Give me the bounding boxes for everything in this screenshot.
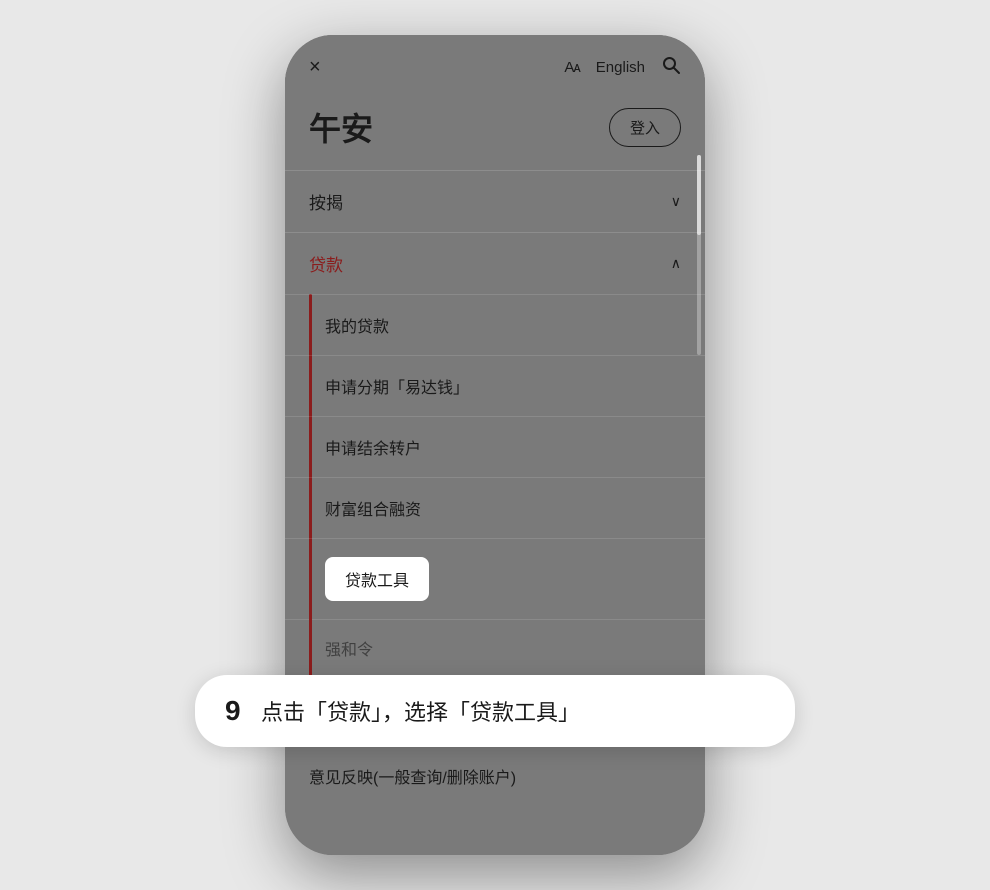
submenu-installment[interactable]: 申请分期「易达钱」 xyxy=(285,355,705,416)
menu-content: 按揭 ∨ 贷款 ∧ 我的贷款 申请分期「易达钱」 xyxy=(285,170,705,676)
menu-item-mortgage[interactable]: 按揭 ∨ xyxy=(285,170,705,232)
loan-tools-button[interactable]: 贷款工具 xyxy=(325,557,429,601)
menu-item-mortgage-label: 按揭 xyxy=(309,189,343,214)
top-bar: × Aᴀ English xyxy=(285,35,705,96)
loan-submenu: 我的贷款 申请分期「易达钱」 申请结余转户 财富组合融资 贷款工具 xyxy=(285,294,705,676)
chevron-down-icon: ∨ xyxy=(671,193,681,210)
menu-item-loan-label: 贷款 xyxy=(309,251,343,276)
instruction-text: 点击「贷款」，选择「贷款工具」 xyxy=(261,695,580,727)
partial-item: 强和令 xyxy=(285,619,705,676)
close-button[interactable]: × xyxy=(309,56,321,79)
submenu-my-loan-label: 我的贷款 xyxy=(325,313,389,337)
chevron-up-icon: ∧ xyxy=(671,255,681,272)
font-size-button[interactable]: Aᴀ xyxy=(564,59,579,76)
login-button[interactable]: 登入 xyxy=(609,108,681,147)
submenu-wealth-combo[interactable]: 财富组合融资 xyxy=(285,477,705,538)
language-button[interactable]: English xyxy=(596,59,645,76)
top-bar-right: Aᴀ English xyxy=(564,55,681,80)
submenu-balance-transfer-label: 申请结余转户 xyxy=(325,435,421,459)
submenu-loan-tools[interactable]: 贷款工具 xyxy=(285,538,705,619)
partial-label: 强和令 xyxy=(325,642,373,659)
loan-tools-label: 贷款工具 xyxy=(345,573,409,590)
feedback-item[interactable]: 意见反映(一般查询/删除账户) xyxy=(285,745,705,806)
scrollbar[interactable] xyxy=(697,155,701,355)
instruction-bubble: 9 点击「贷款」，选择「贷款工具」 xyxy=(195,675,795,747)
submenu-my-loan[interactable]: 我的贷款 xyxy=(285,294,705,355)
step-number: 9 xyxy=(225,695,249,727)
scrollbar-thumb xyxy=(697,155,701,235)
feedback-label: 意见反映(一般查询/删除账户) xyxy=(309,770,516,787)
phone-wrapper: × Aᴀ English 午安 登入 xyxy=(285,35,705,855)
menu-item-loan[interactable]: 贷款 ∧ xyxy=(285,232,705,294)
header-section: 午安 登入 xyxy=(285,96,705,170)
submenu-wealth-combo-label: 财富组合融资 xyxy=(325,496,421,520)
submenu-balance-transfer[interactable]: 申请结余转户 xyxy=(285,416,705,477)
submenu-installment-label: 申请分期「易达钱」 xyxy=(325,374,469,398)
search-button[interactable] xyxy=(661,55,681,80)
greeting-text: 午安 xyxy=(309,104,373,150)
